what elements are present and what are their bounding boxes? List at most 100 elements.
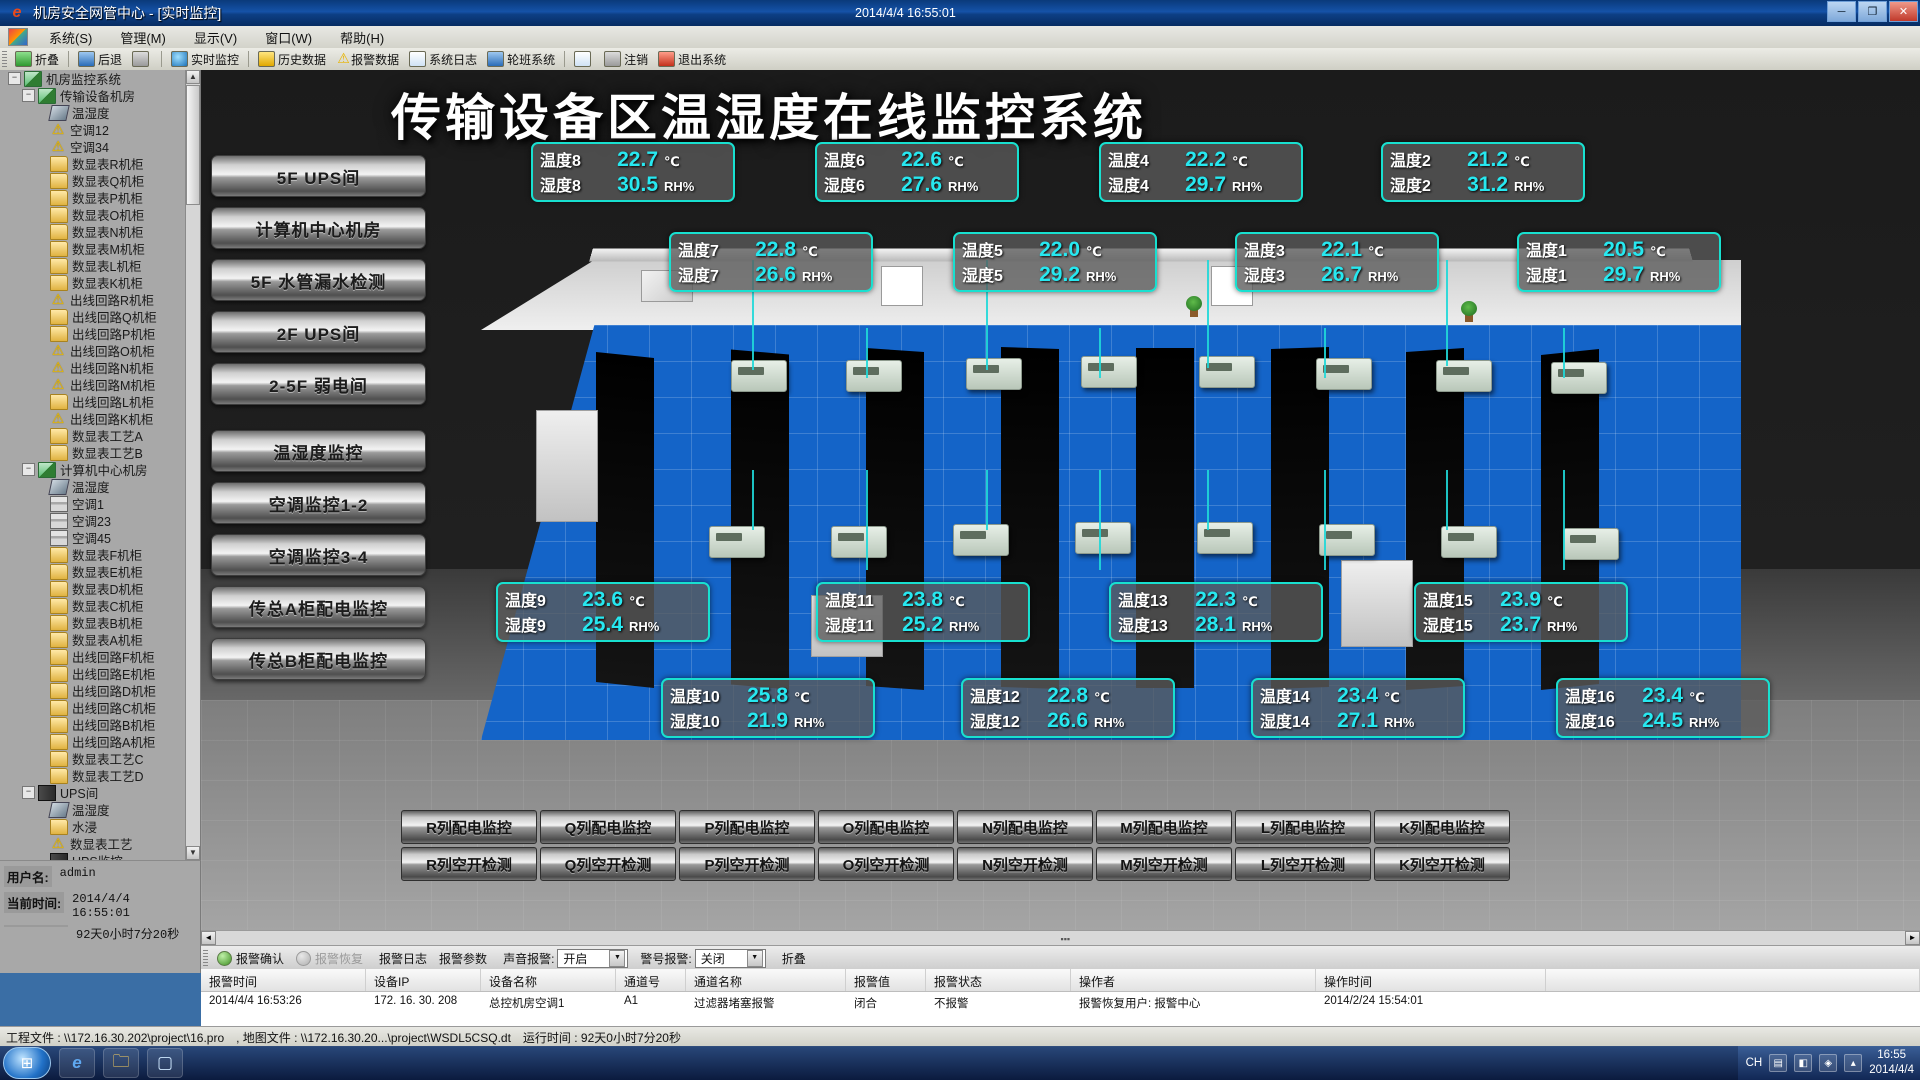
toolbar-forward[interactable] [127, 49, 157, 69]
breaker-detect-button-2[interactable]: Q列空开检测 [540, 847, 676, 881]
siren-alarm-select[interactable]: 关闭 ▼ [694, 948, 766, 968]
tree-item[interactable]: 数显表P机柜 [0, 189, 186, 206]
network-icon[interactable]: ▤ [1769, 1054, 1788, 1072]
tree-item[interactable]: ⚠ 空调34 [0, 138, 186, 156]
monitor-icon[interactable]: ▢ [147, 1048, 183, 1078]
tree-expander[interactable]: − [22, 463, 35, 476]
tree-item[interactable]: − UPS间 [0, 784, 186, 801]
tree-item[interactable]: 数显表工艺C [0, 750, 186, 767]
arrow-icon[interactable]: ▴ [1844, 1054, 1863, 1072]
tree-item[interactable]: 数显表B机柜 [0, 614, 186, 631]
tree-item[interactable]: 数显表L机柜 [0, 257, 186, 274]
toolbar-exit[interactable]: 退出系统 [653, 49, 731, 69]
chevron-down-icon-2[interactable]: ▼ [746, 949, 763, 967]
toolbar-collapse[interactable]: 折叠 [10, 49, 64, 69]
tree-item[interactable]: 空调1 [0, 495, 186, 512]
alarm-column-header[interactable]: 通道号 [616, 969, 686, 991]
power-monitor-button-4[interactable]: O列配电监控 [818, 810, 954, 844]
toolbar-shift[interactable]: 轮班系统 [482, 49, 560, 69]
tree-item[interactable]: − 计算机中心机房 [0, 461, 186, 478]
tree-expander[interactable]: − [8, 72, 21, 85]
tree-item[interactable]: − 传输设备机房 [0, 87, 186, 104]
menu-item-window[interactable]: 窗口(W) [251, 26, 326, 49]
alarm-params-button[interactable]: 报警参数 [433, 950, 493, 967]
nav-button-4[interactable]: 2F UPS间 [211, 311, 426, 353]
folder-icon[interactable]: 🗀 [103, 1048, 139, 1078]
tree-item[interactable]: 数显表Q机柜 [0, 172, 186, 189]
minimize-button[interactable]: ─ [1827, 1, 1856, 22]
tree-expander[interactable]: − [22, 786, 35, 799]
maximize-button[interactable]: ❐ [1858, 1, 1887, 22]
tree-item[interactable]: 空调23 [0, 512, 186, 529]
power-monitor-button-7[interactable]: L列配电监控 [1235, 810, 1371, 844]
toolbar-history[interactable]: 历史数据 [253, 49, 331, 69]
nav-button-2[interactable]: 计算机中心机房 [211, 207, 426, 249]
tree-item[interactable]: 数显表工艺D [0, 767, 186, 784]
tree-item[interactable]: 出线回路E机柜 [0, 665, 186, 682]
alarmbar-collapse-button[interactable]: 折叠 [772, 950, 812, 967]
breaker-detect-button-3[interactable]: P列空开检测 [679, 847, 815, 881]
power-monitor-button-2[interactable]: Q列配电监控 [540, 810, 676, 844]
tree-item[interactable]: ⚠ 出线回路N机柜 [0, 359, 186, 377]
power-monitor-button-5[interactable]: N列配电监控 [957, 810, 1093, 844]
nav-button-3[interactable]: 5F 水管漏水检测 [211, 259, 426, 301]
tree-item[interactable]: ⚠ 出线回路K机柜 [0, 410, 186, 428]
nav-button-secondary-3[interactable]: 空调监控3-4 [211, 534, 426, 576]
tree-item[interactable]: ⚠ 出线回路O机柜 [0, 342, 186, 360]
tree-item[interactable]: 数显表D机柜 [0, 580, 186, 597]
menu-item-display[interactable]: 显示(V) [180, 26, 251, 49]
shield-icon[interactable]: ◈ [1819, 1054, 1838, 1072]
tree-item[interactable]: 数显表A机柜 [0, 631, 186, 648]
tree-item[interactable]: 出线回路P机柜 [0, 325, 186, 342]
menu-item-system[interactable]: 系统(S) [35, 26, 106, 49]
tree-item[interactable]: ⚠ 出线回路M机柜 [0, 376, 186, 394]
nav-button-5[interactable]: 2-5F 弱电间 [211, 363, 426, 405]
hscroll-right[interactable]: ► [1905, 931, 1920, 945]
device-tree[interactable]: − 机房监控系统 − 传输设备机房 温湿度 ⚠ 空调12 ⚠ 空调34 数显表R机柜 数显表Q机柜数… [0, 70, 186, 860]
menu-item-manage[interactable]: 管理(M) [106, 26, 180, 49]
alarm-column-header[interactable]: 通道名称 [686, 969, 846, 991]
tree-item[interactable]: 数显表E机柜 [0, 563, 186, 580]
alarmbar-grip[interactable] [203, 950, 208, 966]
alarm-table-row[interactable]: 2014/4/4 16:53:26 172. 16. 30. 208 总控机房空调1… [201, 992, 1920, 1012]
alarm-recover-button[interactable]: 报警恢复 [290, 950, 369, 967]
taskbar-clock[interactable]: 16:55 2014/4/4 [1869, 1048, 1914, 1078]
alarm-column-header[interactable]: 报警状态 [926, 969, 1071, 991]
tree-item[interactable]: 出线回路C机柜 [0, 699, 186, 716]
toolbar-realtime[interactable]: 实时监控 [166, 49, 244, 69]
tree-item[interactable]: ⚠ 空调12 [0, 121, 186, 139]
toolbar-grid[interactable] [569, 49, 599, 69]
browser-icon[interactable]: e [59, 1048, 95, 1078]
tree-item[interactable]: 出线回路Q机柜 [0, 308, 186, 325]
alarm-column-header[interactable]: 报警时间 [201, 969, 366, 991]
toolbar-logout[interactable]: 注销 [599, 49, 653, 69]
breaker-detect-button-1[interactable]: R列空开检测 [401, 847, 537, 881]
tree-item[interactable]: 出线回路F机柜 [0, 648, 186, 665]
power-monitor-button-6[interactable]: M列配电监控 [1096, 810, 1232, 844]
ime-indicator[interactable]: CH [1746, 1057, 1763, 1069]
close-button[interactable]: ✕ [1889, 1, 1918, 22]
alarm-confirm-button[interactable]: 报警确认 [211, 950, 290, 967]
tree-scroll-thumb[interactable] [186, 85, 200, 205]
alarm-log-button[interactable]: 报警日志 [369, 950, 433, 967]
tree-item[interactable]: 数显表O机柜 [0, 206, 186, 223]
tree-item[interactable]: 温湿度 [0, 478, 186, 495]
nav-button-secondary-5[interactable]: 传总B柜配电监控 [211, 638, 426, 680]
tree-item[interactable]: 温湿度 [0, 801, 186, 818]
tree-item[interactable]: 数显表F机柜 [0, 546, 186, 563]
tree-item[interactable]: 温湿度 [0, 104, 186, 121]
volume-icon[interactable]: ◧ [1794, 1054, 1813, 1072]
tree-item[interactable]: ⚠ 数显表工艺 [0, 835, 186, 853]
tree-item[interactable]: 数显表R机柜 [0, 155, 186, 172]
tree-item[interactable]: 出线回路B机柜 [0, 716, 186, 733]
nav-button-secondary-4[interactable]: 传总A柜配电监控 [211, 586, 426, 628]
tree-item[interactable]: 出线回路L机柜 [0, 393, 186, 410]
power-monitor-button-8[interactable]: K列配电监控 [1374, 810, 1510, 844]
toolbar-syslog[interactable]: 系统日志 [404, 49, 482, 69]
tree-item[interactable]: − 机房监控系统 [0, 70, 186, 87]
breaker-detect-button-7[interactable]: L列空开检测 [1235, 847, 1371, 881]
toolbar-alarmdata[interactable]: ⚠ 报警数据 [331, 49, 404, 69]
power-monitor-button-1[interactable]: R列配电监控 [401, 810, 537, 844]
tree-item[interactable]: UPS监控 [0, 852, 186, 860]
breaker-detect-button-6[interactable]: M列空开检测 [1096, 847, 1232, 881]
